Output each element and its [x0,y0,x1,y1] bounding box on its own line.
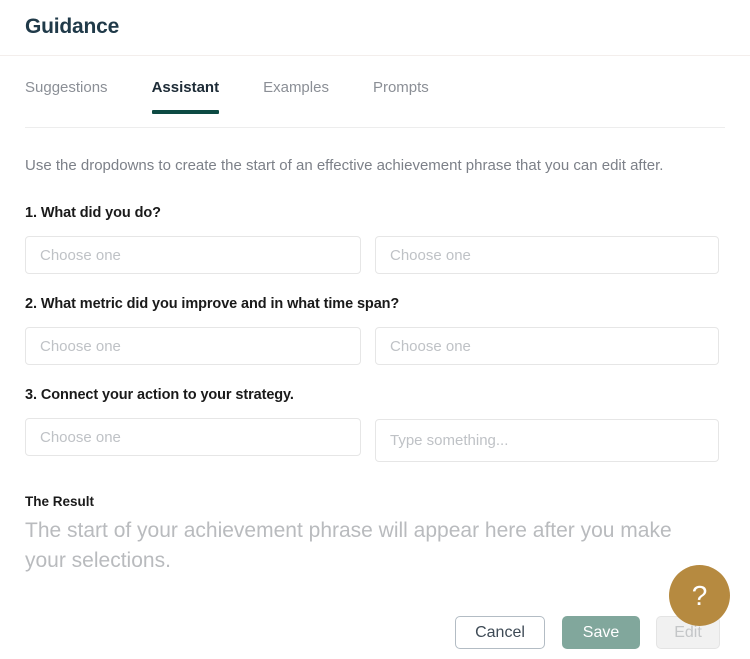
question-1-label: 1. What did you do? [25,205,161,221]
result-label: The Result [25,494,95,509]
guidance-panel: Guidance Suggestions Assistant Examples … [0,0,750,659]
panel-header: Guidance [0,0,750,56]
question-2-dropdown-left[interactable] [25,327,361,365]
tab-list: Suggestions Assistant Examples Prompts [25,78,429,114]
question-1-dropdown-left[interactable] [25,236,361,274]
question-2-dropdown-right[interactable] [375,327,719,365]
help-question-mark-icon[interactable]: ? [669,565,730,626]
question-1-dropdown-right[interactable] [375,236,719,274]
question-3-text-input[interactable] [375,419,719,462]
result-placeholder-text: The start of your achievement phrase wil… [25,519,672,572]
intro-text: Use the dropdowns to create the start of… [25,157,664,174]
question-2-label: 2. What metric did you improve and in wh… [25,296,400,312]
tab-assistant[interactable]: Assistant [151,78,219,114]
panel-footer: Cancel Save Edit [0,602,750,659]
tab-suggestions[interactable]: Suggestions [25,78,108,114]
tab-bar: Suggestions Assistant Examples Prompts [0,56,750,128]
page-title: Guidance [25,15,120,38]
tab-divider [25,127,725,128]
tab-examples[interactable]: Examples [263,78,329,114]
question-3-dropdown-left[interactable] [25,418,361,456]
cancel-button[interactable]: Cancel [455,616,545,649]
question-3-label: 3. Connect your action to your strategy. [25,387,294,403]
save-button[interactable]: Save [562,616,640,649]
tab-prompts[interactable]: Prompts [373,78,429,114]
